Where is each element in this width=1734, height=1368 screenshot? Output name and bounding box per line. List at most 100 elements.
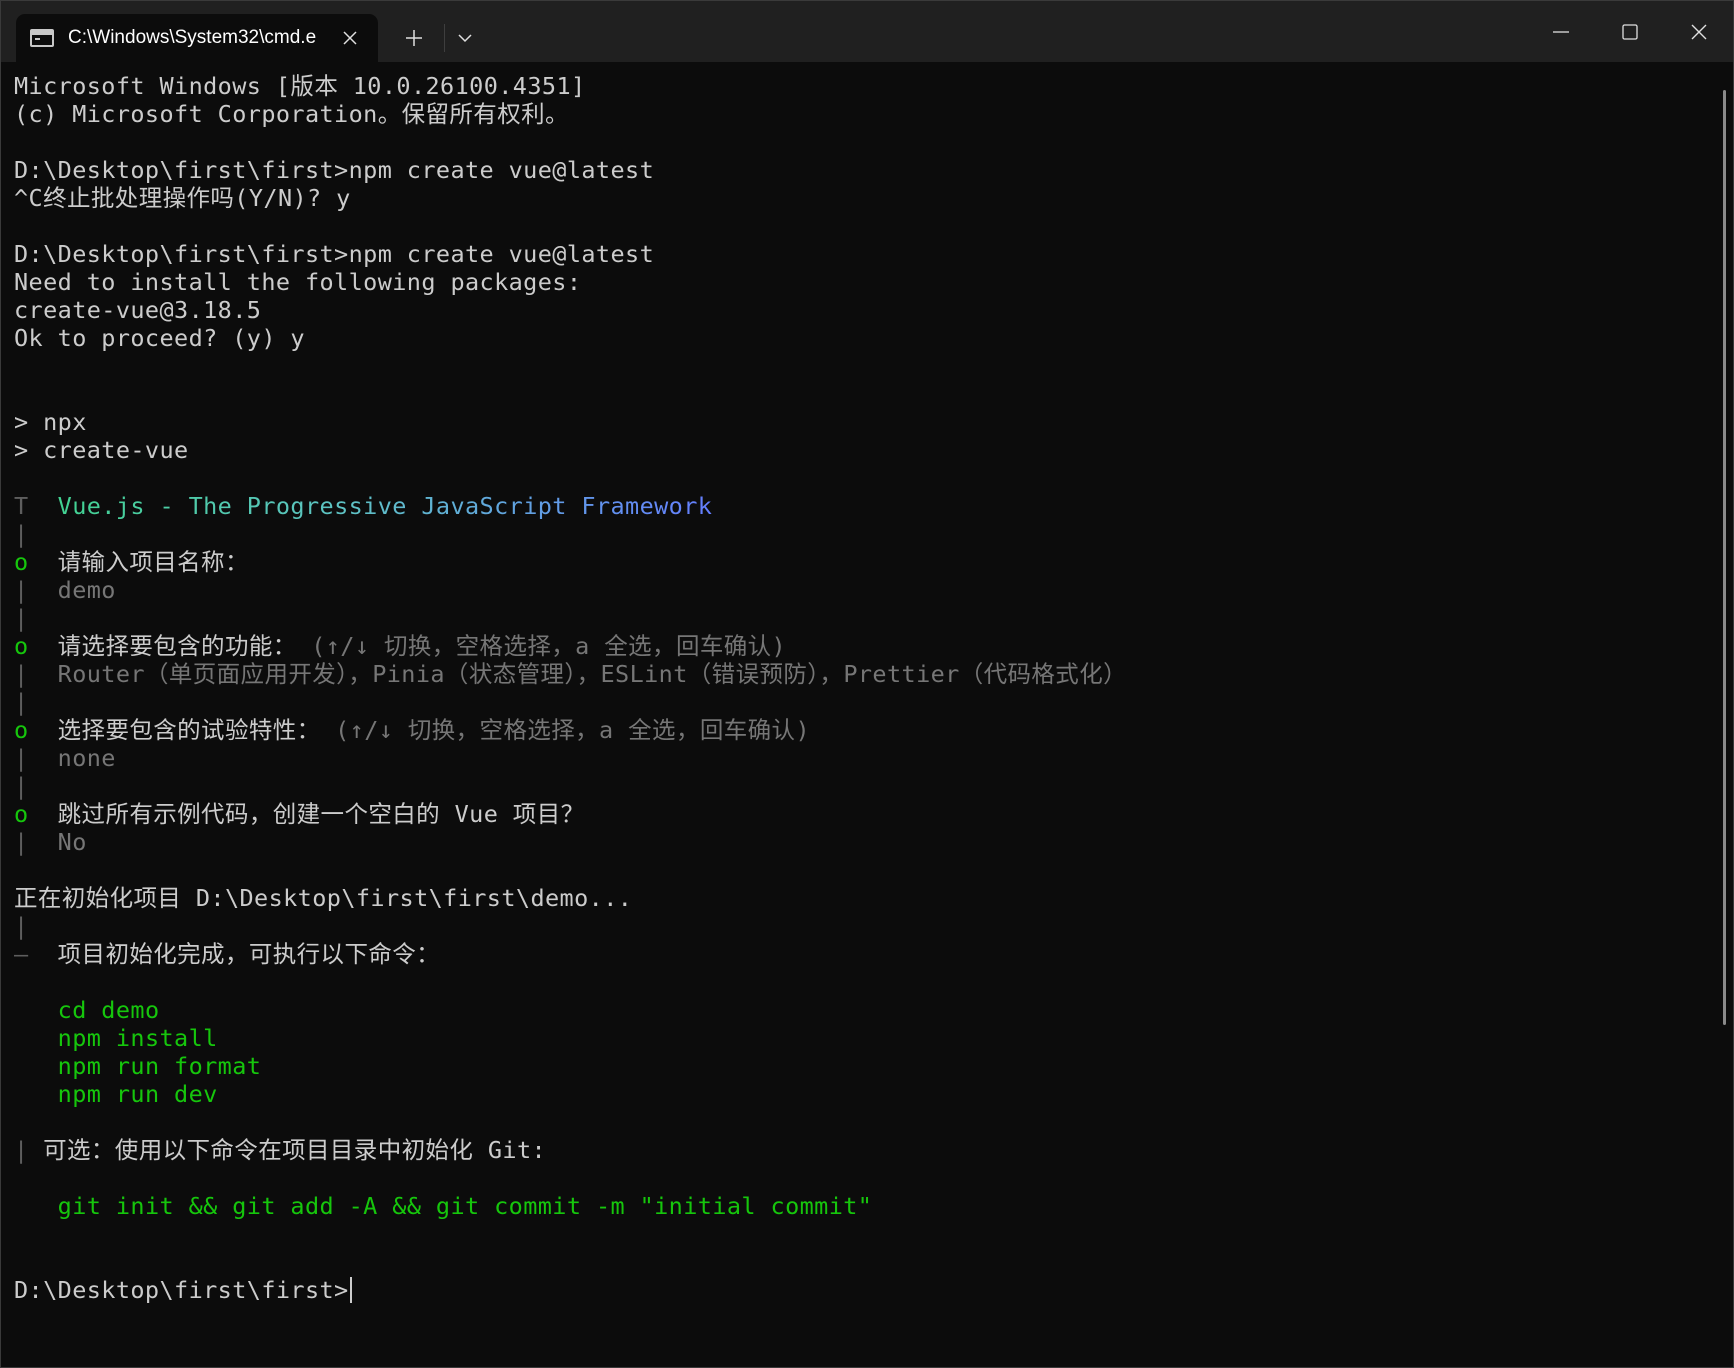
step-mark: o (14, 800, 58, 828)
optional-text: 可选：使用以下命令在项目目录中初始化 Git: (43, 1136, 547, 1164)
answer-text: demo (57, 576, 116, 604)
plus-icon (406, 30, 422, 46)
terminal-line: Need to install the following packages: (14, 268, 582, 296)
question-hint: (↑/↓ 切换，空格选择，a 全选，回车确认) (320, 716, 810, 744)
terminal-output[interactable]: Microsoft Windows [版本 10.0.26100.4351] (… (1, 62, 1719, 1367)
minimize-icon (1552, 30, 1569, 33)
tree-line: | (14, 772, 1719, 800)
tree-pipe: | (14, 1136, 44, 1164)
tree-pipe: | (14, 744, 58, 772)
terminal-line: > npx (14, 408, 87, 436)
terminal-line: Microsoft Windows [版本 10.0.26100.4351] (14, 72, 586, 100)
answer-features: | Router（单页面应用开发），Pinia（状态管理），ESLint（错误预… (14, 660, 1719, 688)
tree-pipe: | (14, 660, 58, 688)
optional-git-line: | 可选：使用以下命令在项目目录中初始化 Git: (14, 1136, 1719, 1164)
command-text: npm run dev (57, 1080, 218, 1108)
tree-line: | (14, 912, 1719, 940)
tab-dropdown-button[interactable] (445, 14, 485, 62)
maximize-button[interactable] (1595, 1, 1664, 62)
vertical-scrollbar[interactable] (1717, 62, 1733, 1367)
close-window-button[interactable] (1664, 1, 1733, 62)
terminal-line: D:\Desktop\first\first>npm create vue@la… (14, 240, 655, 268)
terminal-line: Ok to proceed? (y) y (14, 324, 305, 352)
vue-banner: T Vue.js - The Progressive JavaScript Fr… (14, 492, 1719, 520)
tree-pipe: | (14, 520, 29, 548)
question-text: 选择要包含的试验特性： (57, 716, 321, 744)
tree-pipe: | (14, 576, 58, 604)
title-bar: C:\Windows\System32\cmd.exe (1, 1, 1733, 62)
step-mark: o (14, 632, 58, 660)
prompt-project-name: o 请输入项目名称： (14, 548, 1719, 576)
window-close-icon (1691, 24, 1706, 39)
prompt-experimental: o 选择要包含的试验特性： (↑/↓ 切换，空格选择，a 全选，回车确认) (14, 716, 1719, 744)
command-text: npm run format (57, 1052, 262, 1080)
tab-title: C:\Windows\System32\cmd.exe (68, 27, 316, 48)
vue-banner-title: Vue.js - The Progressive JavaScript Fram… (57, 492, 713, 520)
answer-skip-example: | No (14, 828, 1719, 856)
chevron-down-icon (458, 33, 472, 42)
question-text: 请输入项目名称： (57, 548, 249, 576)
question-hint: (↑/↓ 切换，空格选择，a 全选，回车确认) (296, 632, 787, 660)
done-text: 项目初始化完成，可执行以下命令： (57, 940, 441, 968)
scrollbar-thumb[interactable] (1723, 90, 1726, 1025)
prompt-text: D:\Desktop\first\first> (14, 1276, 349, 1304)
minimize-button[interactable] (1526, 1, 1595, 62)
command-text: cd demo (57, 996, 160, 1024)
answer-text: No (57, 828, 87, 856)
new-tab-button[interactable] (384, 14, 444, 62)
done-line: — 项目初始化完成，可执行以下命令： (14, 940, 1719, 968)
command-text: npm install (57, 1024, 218, 1052)
answer-experimental: | none (14, 744, 1719, 772)
command-prompt[interactable]: D:\Desktop\first\first> (14, 1276, 1719, 1304)
answer-text: none (57, 744, 116, 772)
next-command: cd demo (14, 996, 1719, 1024)
tree-prefix: T (14, 492, 58, 520)
terminal-line: > create-vue (14, 436, 189, 464)
question-text: 请选择要包含的功能： (57, 632, 297, 660)
next-command: npm run dev (14, 1080, 1719, 1108)
step-mark: o (14, 716, 58, 744)
terminal-line: ^C终止批处理操作吗(Y/N)? y (14, 184, 351, 212)
tree-pipe: | (14, 604, 29, 632)
next-command: npm run format (14, 1052, 1719, 1080)
answer-project-name: | demo (14, 576, 1719, 604)
tree-pipe: | (14, 688, 29, 716)
tree-line: | (14, 604, 1719, 632)
git-command: git init && git add -A && git commit -m … (14, 1192, 1719, 1220)
terminal-line: D:\Desktop\first\first>npm create vue@la… (14, 156, 655, 184)
tree-pipe: | (14, 912, 29, 940)
init-status: 正在初始化项目 D:\Desktop\first\first\demo... (14, 884, 633, 912)
step-mark: o (14, 548, 58, 576)
terminal-line: create-vue@3.18.5 (14, 296, 262, 324)
prompt-features: o 请选择要包含的功能： (↑/↓ 切换，空格选择，a 全选，回车确认) (14, 632, 1719, 660)
prompt-skip-example: o 跳过所有示例代码，创建一个空白的 Vue 项目？ (14, 800, 1719, 828)
text-cursor (349, 1277, 352, 1303)
tab-close-button[interactable] (336, 24, 364, 52)
terminal-window: C:\Windows\System32\cmd.exe Microsoft Wi… (0, 0, 1734, 1368)
tree-line: | (14, 520, 1719, 548)
tree-pipe: | (14, 828, 58, 856)
answer-text: Router（单页面应用开发），Pinia（状态管理），ESLint（错误预防）… (57, 660, 1128, 688)
close-icon (343, 31, 357, 45)
maximize-icon (1621, 23, 1638, 40)
question-text: 跳过所有示例代码，创建一个空白的 Vue 项目？ (57, 800, 585, 828)
command-text: git init && git add -A && git commit -m … (57, 1192, 873, 1220)
tree-line: | (14, 688, 1719, 716)
next-command: npm install (14, 1024, 1719, 1052)
done-mark: — (14, 940, 58, 968)
tab-cmd[interactable]: C:\Windows\System32\cmd.exe (16, 14, 378, 62)
terminal-icon (30, 29, 54, 47)
tree-pipe: | (14, 772, 29, 800)
terminal-line: (c) Microsoft Corporation。保留所有权利。 (14, 100, 569, 128)
